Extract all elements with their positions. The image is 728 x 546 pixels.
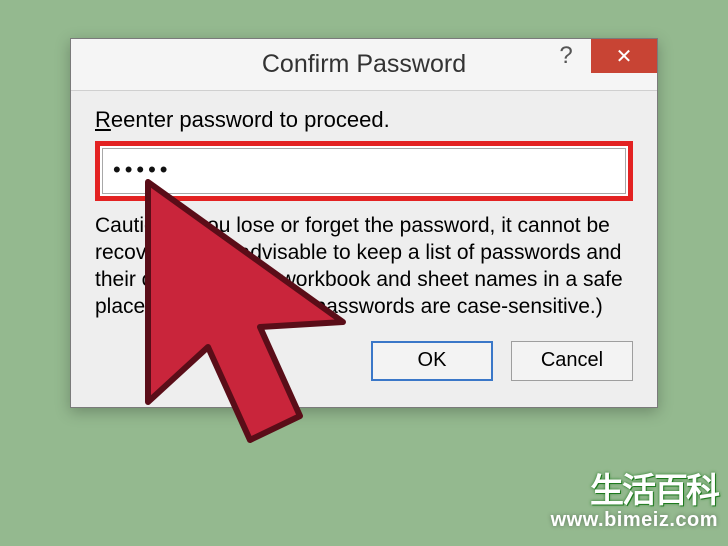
password-input[interactable]	[102, 148, 626, 194]
dialog-titlebar[interactable]: Confirm Password ? ✕	[71, 39, 657, 91]
close-button[interactable]: ✕	[591, 39, 657, 73]
close-icon: ✕	[616, 44, 633, 69]
cancel-button[interactable]: Cancel	[511, 341, 633, 381]
help-icon: ?	[559, 42, 572, 70]
prompt-rest: eenter password to proceed.	[111, 107, 390, 132]
dialog-content: Reenter password to proceed. Caution: If…	[71, 91, 657, 407]
confirm-password-dialog: Confirm Password ? ✕ Reenter password to…	[70, 38, 658, 408]
watermark-logo-text: 生活百科	[590, 474, 718, 508]
dialog-button-row: OK Cancel	[95, 341, 633, 387]
watermark-url: www.bimeiz.com	[551, 509, 718, 532]
cancel-button-label: Cancel	[541, 349, 603, 372]
ok-button[interactable]: OK	[371, 341, 493, 381]
reenter-password-label: Reenter password to proceed.	[95, 107, 633, 133]
accelerator-letter: R	[95, 107, 111, 132]
watermark-logo: 生活百科	[590, 474, 718, 508]
ok-button-label: OK	[418, 349, 447, 372]
titlebar-buttons: ? ✕	[541, 39, 657, 90]
password-field-highlight	[95, 141, 633, 201]
caution-text: Caution: If you lose or forget the passw…	[95, 213, 633, 321]
help-button[interactable]: ?	[541, 39, 591, 73]
